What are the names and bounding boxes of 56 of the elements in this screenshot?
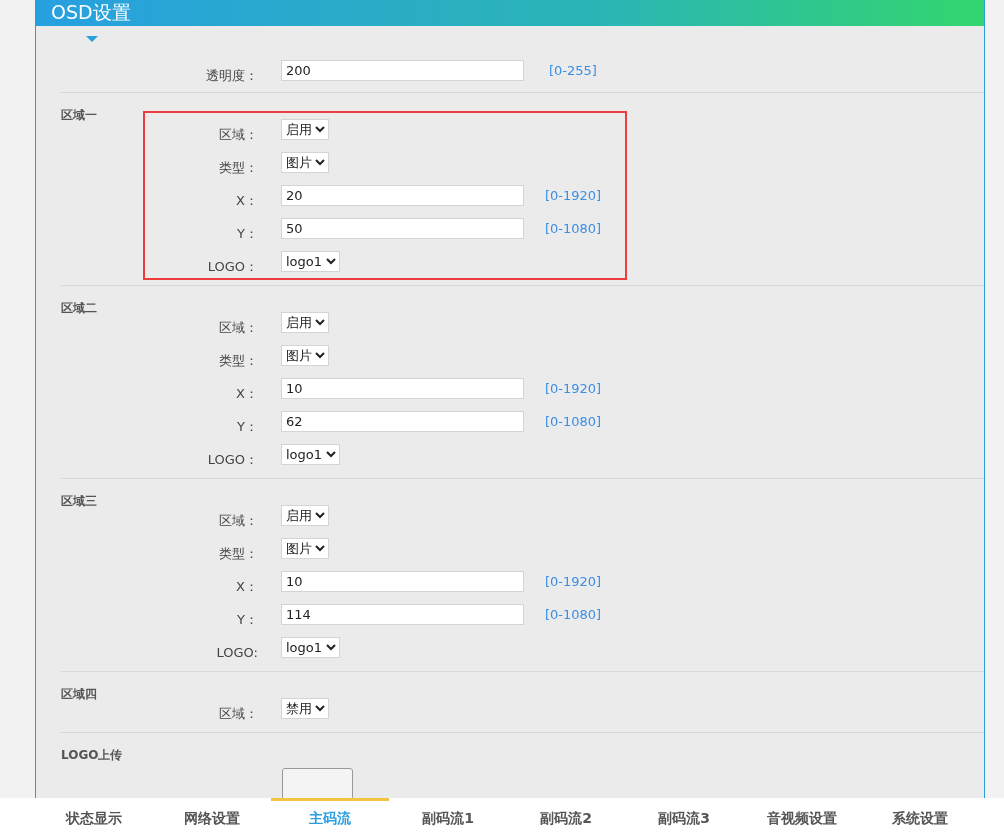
- section-title: 区域四: [61, 686, 97, 703]
- section-title: 区域三: [61, 493, 97, 510]
- section-title: 区域一: [61, 107, 97, 124]
- field-label: Y：: [236, 224, 258, 243]
- dropdown[interactable]: 图片: [281, 152, 329, 173]
- nav-tab[interactable]: 副码流2: [507, 798, 625, 836]
- nav-tab[interactable]: 副码流3: [625, 798, 743, 836]
- field-label: X：: [235, 384, 258, 403]
- nav-tab[interactable]: 系统设置: [861, 798, 979, 836]
- field-label: 区域：: [218, 318, 258, 337]
- range-hint: [0-1080]: [545, 221, 602, 236]
- field-label: 类型：: [218, 544, 258, 563]
- nav-tab[interactable]: 网络设置: [153, 798, 271, 836]
- input-field[interactable]: 200: [281, 60, 524, 81]
- field-label: 类型：: [218, 158, 258, 177]
- range-hint: [0-1920]: [545, 381, 602, 396]
- range-hint: [0-1080]: [545, 607, 602, 622]
- dropdown[interactable]: logo1: [281, 251, 340, 272]
- dropdown[interactable]: 启用: [281, 312, 329, 333]
- field-label: LOGO：: [206, 257, 258, 276]
- field-label: 区域：: [218, 704, 258, 723]
- field-label: 类型：: [218, 351, 258, 370]
- field-label: 透明度：: [205, 66, 258, 85]
- range-hint: [0-255]: [549, 63, 597, 78]
- header-notch: [86, 36, 98, 42]
- field-label: Y：: [236, 417, 258, 436]
- dropdown[interactable]: 启用: [281, 505, 329, 526]
- input-field[interactable]: 10: [281, 378, 524, 399]
- dropdown[interactable]: 图片: [281, 538, 329, 559]
- input-field[interactable]: 50: [281, 218, 524, 239]
- nav-tab[interactable]: 状态显示: [35, 798, 153, 836]
- section-title: 区域二: [61, 300, 97, 317]
- field-label: 区域：: [218, 125, 258, 144]
- input-field[interactable]: 62: [281, 411, 524, 432]
- field-label: LOGO:: [215, 644, 258, 660]
- dropdown[interactable]: 图片: [281, 345, 329, 366]
- field-label: Y：: [236, 610, 258, 629]
- range-hint: [0-1920]: [545, 188, 602, 203]
- input-field[interactable]: 20: [281, 185, 524, 206]
- nav-tab[interactable]: 音视频设置: [743, 798, 861, 836]
- section-title: LOGO上传: [61, 748, 123, 762]
- file-button[interactable]: [282, 768, 353, 798]
- range-hint: [0-1080]: [545, 414, 602, 429]
- input-field[interactable]: 114: [281, 604, 524, 625]
- dropdown[interactable]: logo1: [281, 637, 340, 658]
- field-label: LOGO：: [206, 450, 258, 469]
- dropdown[interactable]: 禁用: [281, 698, 329, 719]
- range-hint: [0-1920]: [545, 574, 602, 589]
- input-field[interactable]: 10: [281, 571, 524, 592]
- nav-tab[interactable]: 副码流1: [389, 798, 507, 836]
- panel-title: OSD设置: [51, 0, 131, 25]
- field-label: X：: [235, 191, 258, 210]
- field-label: X：: [235, 577, 258, 596]
- dropdown[interactable]: 启用: [281, 119, 329, 140]
- field-label: 区域：: [218, 511, 258, 530]
- dropdown[interactable]: logo1: [281, 444, 340, 465]
